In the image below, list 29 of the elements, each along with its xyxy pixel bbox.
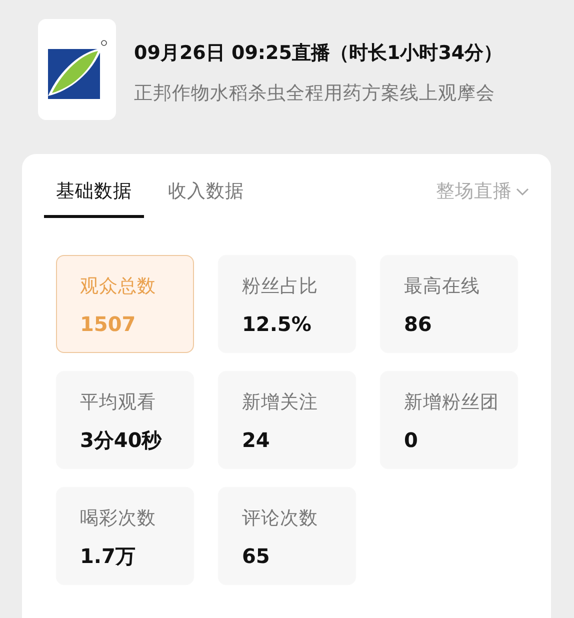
- metric-label: 观众总数: [80, 275, 157, 299]
- tab[interactable]: 收入数据: [156, 178, 256, 218]
- metric-value: 0: [404, 426, 419, 454]
- leaf-logo-icon: [46, 38, 108, 100]
- metric-label: 新增关注: [242, 391, 319, 415]
- tab[interactable]: 基础数据: [44, 178, 144, 218]
- metric-value: 3分40秒: [80, 426, 163, 454]
- metric-value: 12.5%: [242, 310, 312, 338]
- metric-label: 喝彩次数: [80, 507, 157, 531]
- metric-label: 粉丝占比: [242, 275, 319, 299]
- metric-card[interactable]: 最高在线 86: [380, 255, 518, 353]
- chevron-down-icon: [516, 188, 529, 196]
- metric-value: 24: [242, 426, 271, 454]
- metric-value: 1.7万: [80, 542, 136, 570]
- metric-card[interactable]: 新增粉丝团 0: [380, 371, 518, 469]
- metric-value: 86: [404, 310, 433, 338]
- live-subtitle: 正邦作物水稻杀虫全程用药方案线上观摩会: [134, 82, 496, 106]
- metric-value: 65: [242, 542, 271, 570]
- metric-card[interactable]: 新增关注 24: [218, 371, 356, 469]
- metric-card[interactable]: 平均观看 3分40秒: [56, 371, 194, 469]
- metric-label: 新增粉丝团: [404, 391, 500, 415]
- metric-card[interactable]: 评论次数 65: [218, 487, 356, 585]
- metric-label: 评论次数: [242, 507, 319, 531]
- metric-value: 1507: [80, 310, 137, 338]
- metric-card[interactable]: 粉丝占比 12.5%: [218, 255, 356, 353]
- metric-card[interactable]: 喝彩次数 1.7万: [56, 487, 194, 585]
- live-title: 09月26日 09:25直播（时长1小时34分）: [134, 41, 503, 66]
- metric-label: 平均观看: [80, 391, 157, 415]
- metric-label: 最高在线: [404, 275, 481, 299]
